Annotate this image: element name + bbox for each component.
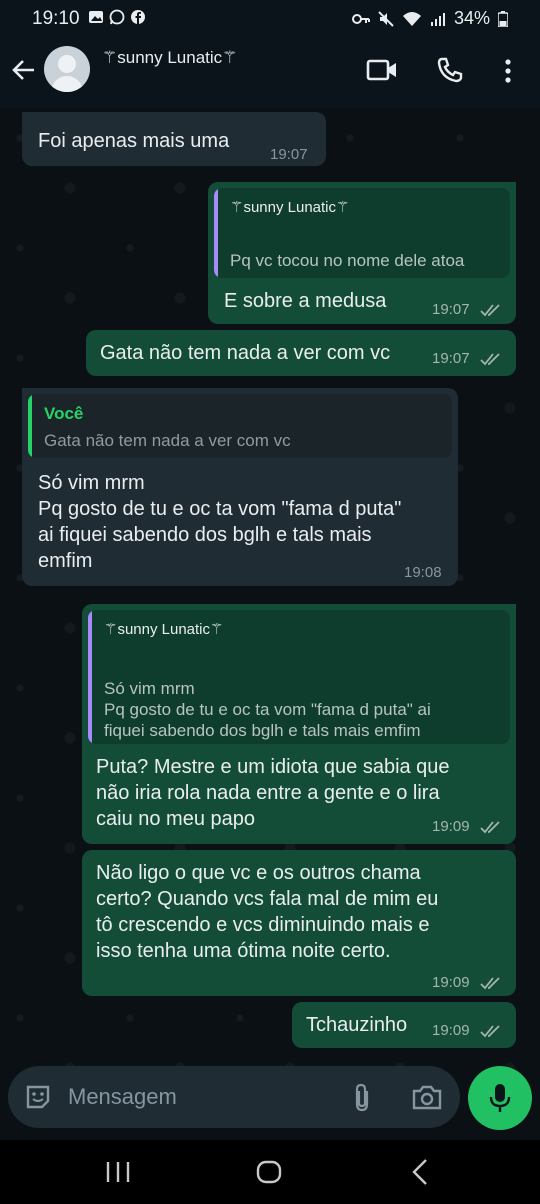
quoted-message[interactable]: Você Gata não tem nada a ver com vc bbox=[28, 394, 452, 458]
message-time: 19:08 bbox=[404, 564, 442, 581]
quote-author: Você bbox=[44, 404, 84, 423]
message-outgoing[interactable]: Não ligo o que vc e os outros chama cert… bbox=[82, 850, 516, 996]
message-text: Foi apenas mais uma bbox=[38, 130, 230, 152]
back-arrow-icon[interactable] bbox=[10, 56, 38, 84]
message-incoming[interactable]: Foi apenas mais uma 19:07 bbox=[22, 112, 326, 166]
message-time: 19:09 bbox=[432, 1022, 470, 1039]
quote-author: ⚚sunny Lunatic⚚ bbox=[230, 199, 350, 216]
gallery-icon bbox=[88, 9, 104, 25]
read-ticks-icon bbox=[480, 353, 500, 366]
message-outgoing[interactable]: Tchauzinho 19:09 bbox=[292, 1002, 516, 1048]
read-ticks-icon bbox=[480, 1025, 500, 1038]
battery-icon bbox=[498, 10, 508, 27]
message-time: 19:09 bbox=[432, 818, 470, 835]
phone-icon[interactable] bbox=[436, 56, 464, 84]
quote-text: Pq vc tocou no nome dele atoa bbox=[230, 251, 465, 270]
battery-level: 34% bbox=[453, 8, 490, 28]
message-outgoing[interactable]: ⚚sunny Lunatic⚚ Só vim mrm Pq gosto de t… bbox=[82, 604, 516, 844]
status-time: 19:10 bbox=[32, 8, 80, 29]
message-outgoing[interactable]: ⚚sunny Lunatic⚚ Pq vc tocou no nome dele… bbox=[208, 182, 516, 324]
read-ticks-icon bbox=[480, 977, 500, 990]
chat-area[interactable]: Foi apenas mais uma 19:07 ⚚sunny Lunatic… bbox=[0, 108, 540, 1068]
avatar[interactable] bbox=[44, 46, 90, 92]
system-nav-bar bbox=[0, 1140, 540, 1204]
video-call-icon[interactable] bbox=[366, 58, 398, 82]
read-ticks-icon bbox=[480, 304, 500, 317]
wifi-icon bbox=[402, 11, 421, 26]
mic-icon bbox=[489, 1084, 511, 1112]
quote-text: Gata não tem nada a ver com vc bbox=[44, 431, 291, 450]
read-ticks-icon bbox=[480, 821, 500, 834]
message-time: 19:09 bbox=[432, 974, 470, 991]
whatsapp-icon bbox=[109, 9, 125, 25]
signal-icon bbox=[430, 12, 445, 26]
chat-header: ⚚sunny Lunatic⚚ bbox=[0, 36, 540, 108]
message-text: Puta? Mestre e um idiota que sabia que n… bbox=[96, 756, 450, 830]
mute-icon bbox=[378, 10, 394, 27]
message-text: Só vim mrm Pq gosto de tu e oc ta vom "f… bbox=[38, 472, 402, 572]
emoji-icon[interactable] bbox=[24, 1083, 52, 1111]
message-text: Tchauzinho bbox=[306, 1014, 408, 1036]
menu-icon[interactable] bbox=[500, 58, 516, 84]
home-icon[interactable] bbox=[256, 1160, 282, 1184]
key-icon bbox=[351, 13, 370, 24]
message-text: Não ligo o que vc e os outros chama cert… bbox=[96, 862, 439, 962]
facebook-icon bbox=[130, 9, 146, 25]
nav-back-icon[interactable] bbox=[410, 1158, 430, 1186]
message-input[interactable]: Mensagem bbox=[68, 1084, 177, 1110]
message-time: 19:07 bbox=[432, 301, 470, 318]
message-input-bar[interactable]: Mensagem bbox=[8, 1066, 460, 1128]
message-text: Gata não tem nada a ver com vc bbox=[100, 342, 391, 364]
quoted-message[interactable]: ⚚sunny Lunatic⚚ Só vim mrm Pq gosto de t… bbox=[88, 610, 510, 744]
message-text: E sobre a medusa bbox=[224, 290, 387, 312]
camera-icon[interactable] bbox=[412, 1084, 442, 1110]
status-bar: 19:10 34% bbox=[0, 0, 540, 36]
attach-icon[interactable] bbox=[352, 1082, 372, 1112]
quote-text: Só vim mrm Pq gosto de tu e oc ta vom "f… bbox=[104, 679, 431, 740]
mic-button[interactable] bbox=[468, 1066, 532, 1130]
contact-name[interactable]: ⚚sunny Lunatic⚚ bbox=[102, 48, 237, 68]
quote-author: ⚚sunny Lunatic⚚ bbox=[104, 621, 224, 638]
message-time: 19:07 bbox=[432, 350, 470, 367]
recents-icon[interactable] bbox=[104, 1160, 132, 1184]
quoted-message[interactable]: ⚚sunny Lunatic⚚ Pq vc tocou no nome dele… bbox=[214, 188, 510, 278]
message-outgoing[interactable]: Gata não tem nada a ver com vc 19:07 bbox=[86, 330, 516, 376]
message-time: 19:07 bbox=[270, 146, 308, 163]
message-incoming[interactable]: Você Gata não tem nada a ver com vc Só v… bbox=[22, 388, 458, 586]
